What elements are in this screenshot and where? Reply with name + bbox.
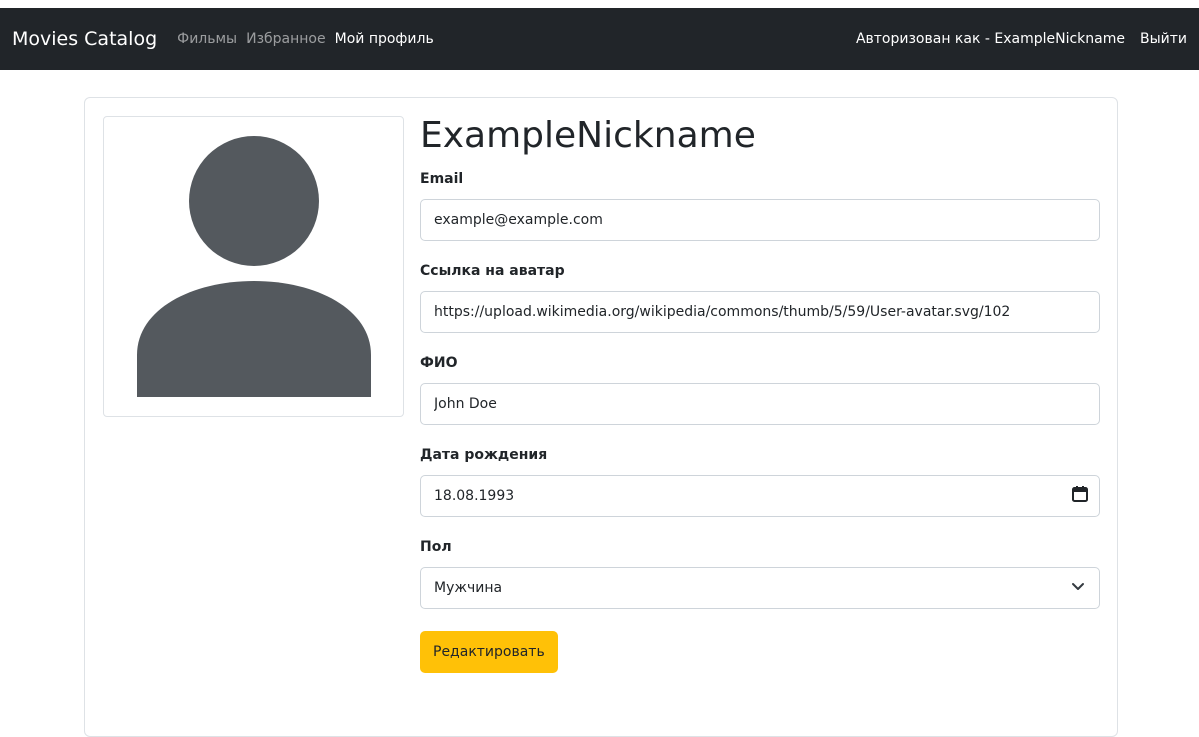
nav-link-films[interactable]: Фильмы xyxy=(177,31,237,47)
logout-link[interactable]: Выйти xyxy=(1140,31,1187,47)
birth-date-group: Дата рождения 18.08.1993 xyxy=(420,447,1100,518)
gender-select[interactable]: Мужчина xyxy=(420,567,1100,610)
profile-card: ExampleNickname Email example@example.co… xyxy=(84,97,1118,737)
edit-button[interactable]: Редактировать xyxy=(420,631,558,674)
chevron-down-icon xyxy=(1071,579,1085,597)
avatar-link-value: https://upload.wikimedia.org/wikipedia/c… xyxy=(434,304,1011,321)
birth-date-field[interactable]: 18.08.1993 xyxy=(420,475,1100,518)
full-name-group: ФИО John Doe xyxy=(420,355,1100,426)
gender-label: Пол xyxy=(420,539,452,556)
brand-link[interactable]: Movies Catalog xyxy=(12,28,157,50)
email-group: Email example@example.com xyxy=(420,171,1100,242)
authorized-user-text: Авторизован как - ExampleNickname xyxy=(855,31,1125,47)
full-name-value: John Doe xyxy=(434,396,497,413)
profile-form: ExampleNickname Email example@example.co… xyxy=(420,114,1100,674)
full-name-label: ФИО xyxy=(420,355,458,372)
nav-link-favorites[interactable]: Избранное xyxy=(246,31,326,47)
calendar-icon[interactable] xyxy=(1071,485,1089,507)
avatar xyxy=(103,116,404,417)
top-strip xyxy=(0,0,1199,8)
nav-right: Авторизован как - ExampleNickname Выйти xyxy=(856,31,1187,47)
birth-date-value: 18.08.1993 xyxy=(434,488,515,505)
gender-value: Мужчина xyxy=(434,580,503,597)
nav-link-my-profile[interactable]: Мой профиль xyxy=(335,31,434,47)
email-value: example@example.com xyxy=(434,212,603,229)
avatar-link-group: Ссылка на аватар https://upload.wikimedi… xyxy=(420,263,1100,334)
full-name-field[interactable]: John Doe xyxy=(420,383,1100,426)
email-label: Email xyxy=(420,171,464,188)
page-title: ExampleNickname xyxy=(420,115,756,156)
birth-date-label: Дата рождения xyxy=(420,447,548,464)
navbar: Movies Catalog Фильмы Избранное Мой проф… xyxy=(0,8,1199,70)
avatar-link-label: Ссылка на аватар xyxy=(420,263,565,280)
gender-group: Пол Мужчина xyxy=(420,539,1100,610)
user-avatar-icon xyxy=(137,136,371,397)
avatar-link-field[interactable]: https://upload.wikimedia.org/wikipedia/c… xyxy=(420,291,1100,334)
email-field[interactable]: example@example.com xyxy=(420,199,1100,242)
